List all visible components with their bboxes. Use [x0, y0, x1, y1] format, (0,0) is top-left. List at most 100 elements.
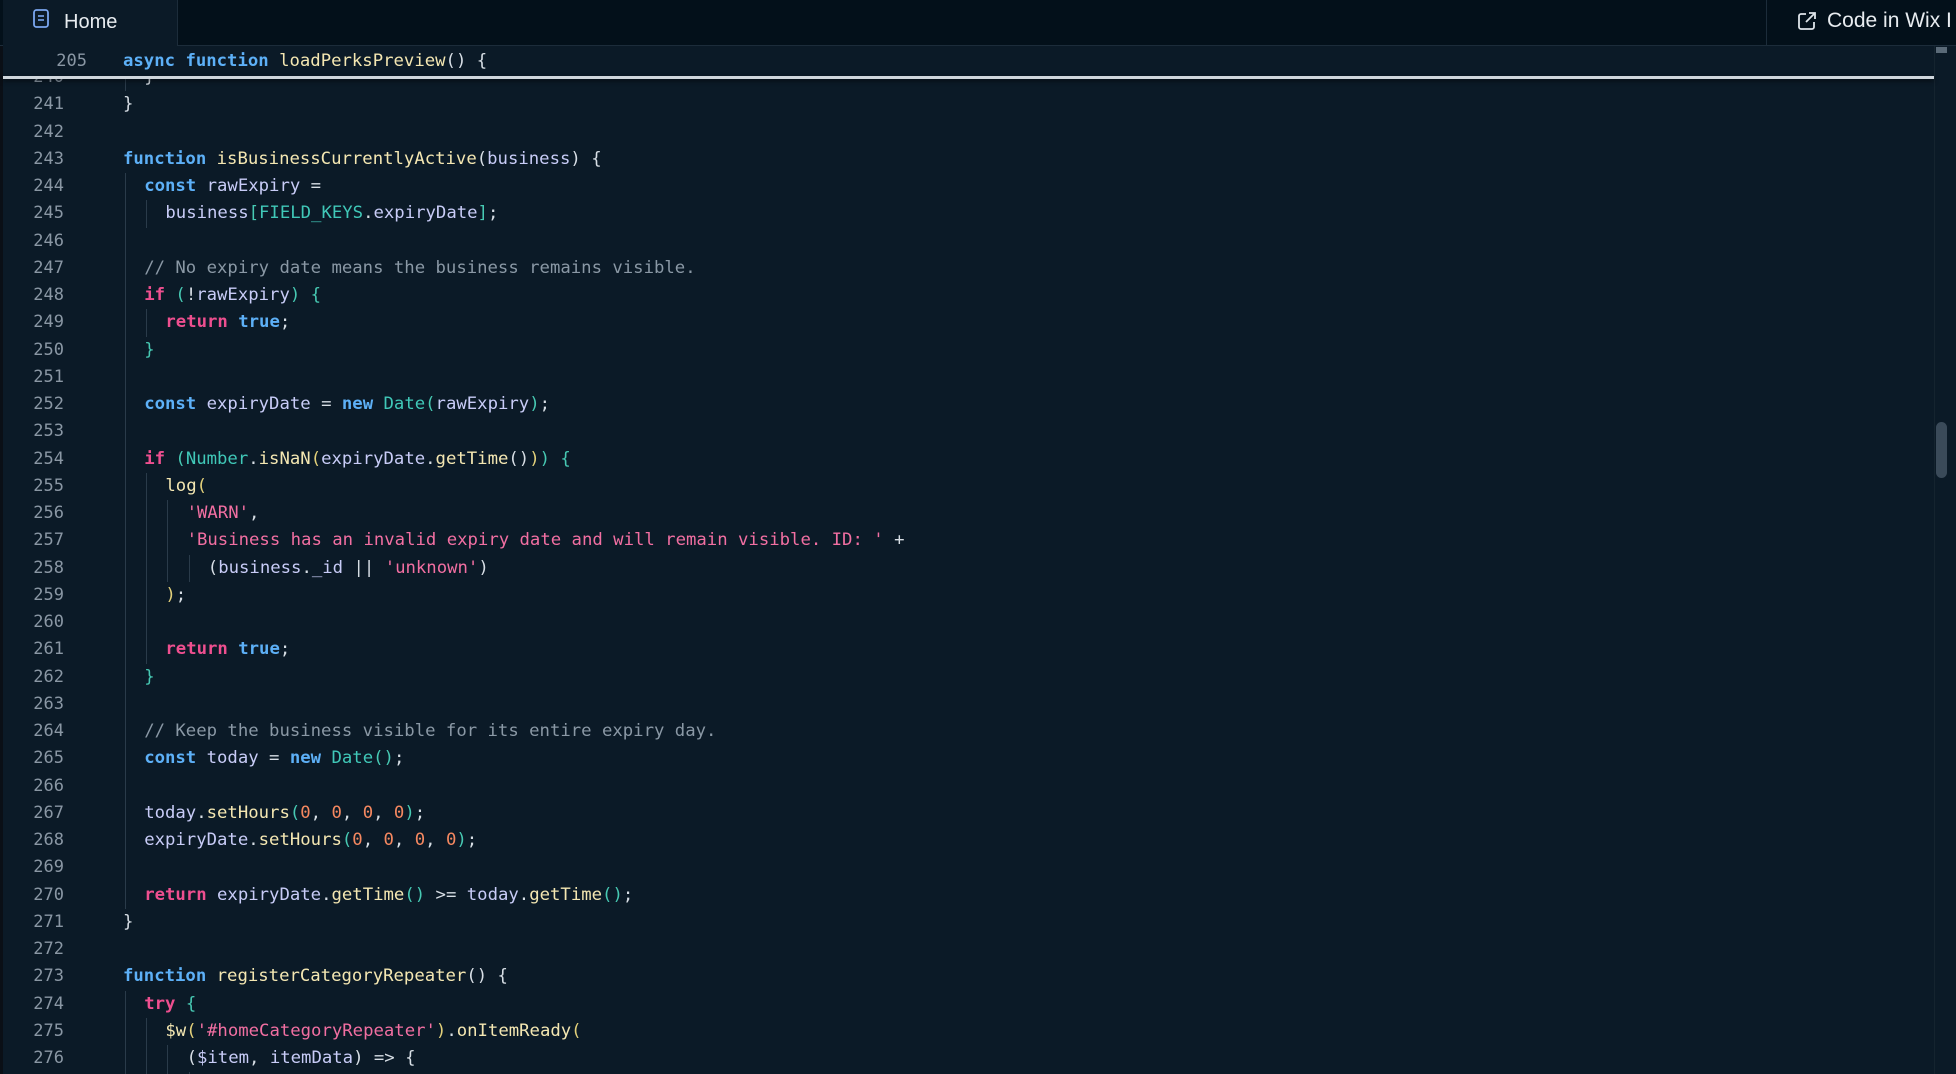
code-line[interactable]: 254 if (Number.isNaN(expiryDate.getTime()…: [3, 445, 1934, 473]
code-token: .: [363, 203, 374, 224]
code-line[interactable]: 274 try {: [3, 990, 1934, 1018]
code-line[interactable]: 248 if (!rawExpiry) {: [3, 282, 1934, 310]
code-token: setHours: [258, 830, 342, 850]
code-line[interactable]: 253: [3, 418, 1934, 446]
code-text: 'Business has an invalid expiry date and…: [187, 527, 905, 554]
code-line[interactable]: 249 return true;: [3, 309, 1934, 337]
code-line[interactable]: 256 'WARN',: [3, 500, 1934, 528]
sticky-scroll-header[interactable]: 205 async function loadPerksPreview() {: [3, 47, 1934, 77]
code-text: function isBusinessCurrentlyActive(busin…: [123, 146, 602, 173]
code-token: return: [165, 312, 228, 333]
code-line[interactable]: 244 const rawExpiry =: [3, 173, 1934, 201]
indent-guide: [125, 1017, 126, 1045]
indent-guide: [167, 554, 169, 582]
code-line[interactable]: 242: [3, 119, 1934, 146]
line-number: 254: [33, 448, 64, 469]
code-token: =: [300, 176, 322, 196]
code-token: return: [165, 639, 228, 660]
code-token: ;: [414, 802, 426, 823]
code-line[interactable]: 246: [3, 227, 1934, 255]
code-text: log(: [165, 473, 207, 500]
code-token: ;: [175, 584, 187, 605]
vertical-scrollbar[interactable]: [1934, 46, 1956, 1074]
code-line[interactable]: 265 const today = new Date();: [3, 745, 1934, 773]
indent-guide: [146, 200, 148, 228]
code-line[interactable]: 245 business[FIELD_KEYS.expiryDate];: [3, 200, 1934, 228]
line-number: 258: [33, 557, 64, 578]
code-token: expiryDate: [144, 830, 249, 850]
indent-guide: [167, 500, 169, 528]
tab-home[interactable]: Home: [3, 0, 178, 46]
code-line[interactable]: 262}: [3, 663, 1934, 691]
code-line[interactable]: 243 function isBusinessCurrentlyActive(bu…: [3, 146, 1934, 173]
code-line[interactable]: 252 const expiryDate = new Date(rawExpiry…: [3, 391, 1934, 419]
open-in-wix-button[interactable]: Code in Wix I: [1766, 0, 1956, 46]
code-line[interactable]: 251: [3, 363, 1934, 391]
code-token: ) => {: [353, 1048, 416, 1068]
tab-home-label: Home: [64, 11, 118, 33]
code-token: registerCategoryRepeater: [216, 966, 467, 987]
code-line[interactable]: 275 $w('#homeCategoryRepeater').onItemRea…: [3, 1017, 1934, 1045]
code-text: expiryDate.setHours(0, 0, 0, 0);: [144, 827, 477, 854]
code-line[interactable]: 257 'Business has an invalid expiry date …: [3, 527, 1934, 555]
indent-guide: [125, 827, 126, 855]
code-line[interactable]: 267 today.setHours(0, 0, 0, 0);: [3, 799, 1934, 827]
indent-guide: [125, 391, 126, 419]
indent-guide: [125, 690, 126, 718]
code-line[interactable]: 250}: [3, 336, 1934, 364]
code-line[interactable]: 268 expiryDate.setHours(0, 0, 0, 0);: [3, 827, 1934, 855]
code-line[interactable]: 260: [3, 609, 1934, 637]
code-line[interactable]: 255 log(: [3, 472, 1934, 500]
code-line[interactable]: 269: [3, 854, 1934, 882]
code-token: () {: [466, 966, 508, 987]
code-token: ): [478, 557, 489, 578]
indent-guide: [125, 527, 126, 555]
line-number: 270: [33, 884, 64, 905]
indent-guide: [125, 554, 126, 582]
code-line[interactable]: 261 return true;: [3, 636, 1934, 664]
code-line[interactable]: 259);: [3, 581, 1934, 609]
code-token: ;: [487, 203, 499, 224]
code-token: ,: [310, 802, 332, 823]
code-token: rawExpiry: [206, 176, 301, 196]
code-line[interactable]: 272: [3, 936, 1934, 963]
code-token: // No expiry date means the business rem…: [144, 257, 696, 278]
sticky-line-number: 205: [56, 51, 87, 71]
scrollbar-top-marker: [1936, 47, 1947, 53]
code-token: 0: [393, 802, 405, 823]
code-token: ): [289, 285, 301, 305]
code-token: expiryDate: [217, 884, 322, 905]
code-token: new: [341, 394, 374, 414]
code-text: }: [123, 909, 133, 936]
code-area[interactable]: 240} 241} 242 243 function isBusinessCurrent…: [3, 76, 1934, 1074]
code-token: .: [301, 557, 312, 578]
code-token: getTime: [331, 884, 405, 905]
code-line[interactable]: 258 (business._id || 'unknown'): [3, 554, 1934, 582]
code-line[interactable]: 271}: [3, 909, 1934, 936]
indent-guide: [125, 1045, 126, 1073]
code-token: new: [289, 748, 322, 769]
code-line[interactable]: 276 ($item, itemData) => {: [3, 1045, 1934, 1073]
code-text: ($item, itemData) => {: [187, 1045, 416, 1072]
code-line[interactable]: 266: [3, 772, 1934, 800]
code-token: 0: [383, 830, 394, 850]
code-line[interactable]: 273 function registerCategoryRepeater() {: [3, 963, 1934, 990]
indent-guide: [146, 500, 148, 528]
code-line[interactable]: 263: [3, 690, 1934, 718]
line-number: 261: [33, 639, 64, 660]
code-line[interactable]: 264 // Keep the business visible for its …: [3, 718, 1934, 746]
indent-guide: [146, 1045, 148, 1073]
indent-guide: [125, 500, 126, 528]
code-line[interactable]: 270 return expiryDate.getTime() >= today.…: [3, 881, 1934, 909]
code-line[interactable]: 247 // No expiry date means the business …: [3, 254, 1934, 282]
line-number: 253: [33, 421, 64, 442]
scrollbar-thumb[interactable]: [1936, 422, 1947, 478]
line-number: 250: [33, 339, 64, 360]
code-token: (: [425, 394, 436, 414]
code-line[interactable]: 241}: [3, 91, 1934, 118]
code-token: }: [123, 94, 134, 115]
